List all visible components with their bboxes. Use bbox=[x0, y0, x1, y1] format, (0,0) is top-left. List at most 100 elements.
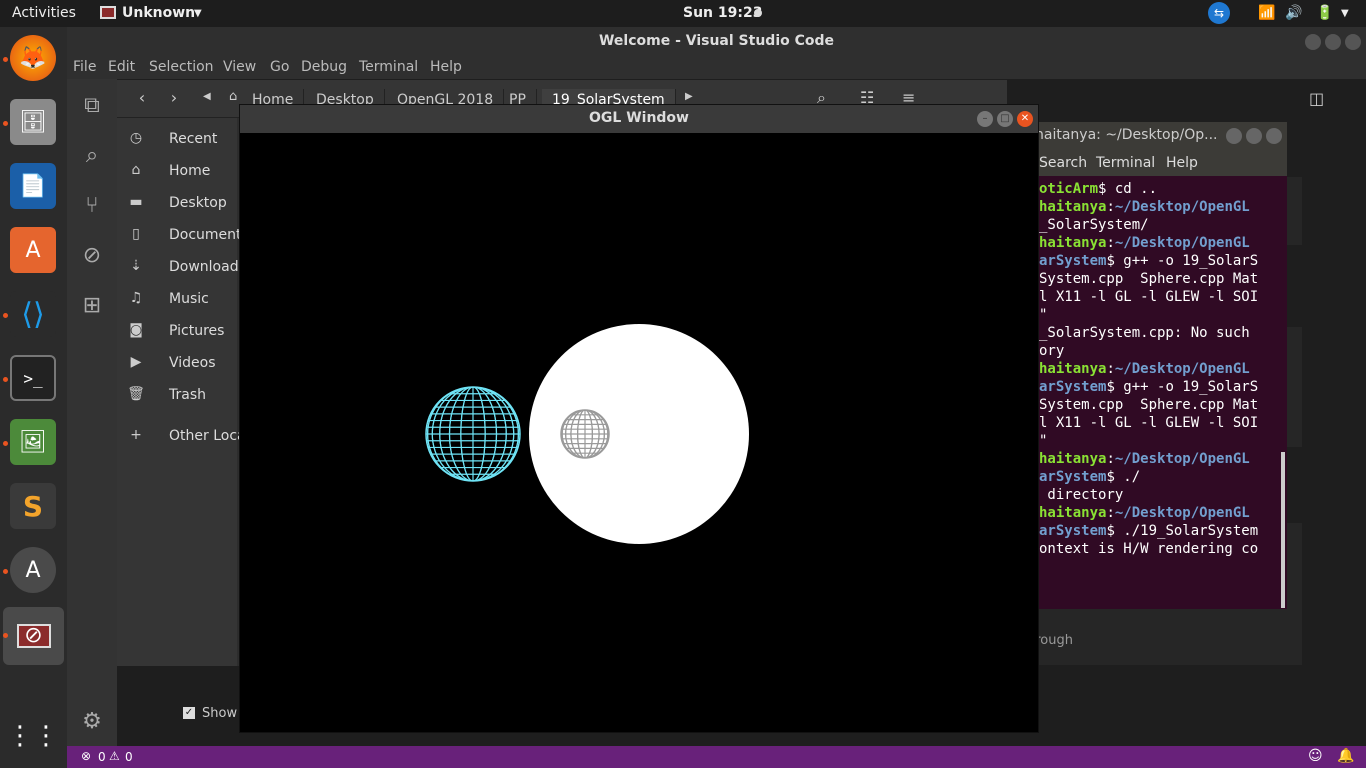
menu-search[interactable]: Search bbox=[1039, 155, 1087, 171]
menu-view[interactable]: View bbox=[223, 59, 256, 75]
wifi-icon[interactable]: 📶 bbox=[1258, 5, 1275, 21]
terminal-window: haitanya: ~/Desktop/Op... Search Termina… bbox=[1005, 122, 1287, 609]
files-sidebar: ◷ Recent ⌂ Home ▬ Desktop ▯ Document ⇣ Downlo… bbox=[117, 118, 246, 666]
terminal-menu-bar: Search Terminal Help bbox=[1005, 150, 1287, 176]
minimize-button[interactable] bbox=[1305, 34, 1321, 50]
warning-count[interactable]: 0 bbox=[125, 750, 133, 764]
sidebar-item-documents[interactable]: ▯ Document bbox=[127, 226, 247, 250]
sidebar-item-pictures[interactable]: ◙ Pictures bbox=[127, 322, 247, 346]
writer-icon[interactable]: 📄 bbox=[10, 163, 56, 209]
moon-wireframe-sphere bbox=[560, 409, 610, 459]
sidebar-item-home[interactable]: ⌂ Home bbox=[127, 162, 247, 186]
debug-icon[interactable]: ⊘ bbox=[77, 241, 107, 271]
terminal-line: oticArm$ cd .. bbox=[1039, 181, 1158, 197]
ogl-canvas[interactable] bbox=[240, 133, 1038, 733]
source-control-icon[interactable]: ⑂ bbox=[77, 191, 107, 221]
maximize-button[interactable]: □ bbox=[997, 111, 1013, 127]
terminal-line: haitanya:~/Desktop/OpenGL bbox=[1039, 235, 1250, 251]
image-viewer-icon[interactable]: 🖼 bbox=[10, 419, 56, 465]
firefox-icon[interactable]: 🦊 bbox=[10, 35, 56, 81]
error-icon[interactable]: ⊗ bbox=[81, 749, 91, 763]
menu-debug[interactable]: Debug bbox=[301, 59, 347, 75]
terminal-line: ory bbox=[1039, 343, 1065, 359]
terminal-line: System.cpp Sphere.cpp Mat bbox=[1039, 397, 1259, 413]
volume-icon[interactable]: 🔊 bbox=[1285, 5, 1302, 21]
split-editor-icon[interactable]: ◫ bbox=[1309, 89, 1324, 108]
clock-icon: ◷ bbox=[129, 130, 143, 146]
minimize-button[interactable] bbox=[1226, 128, 1242, 144]
extensions-icon[interactable]: ⊞ bbox=[77, 291, 107, 321]
menu-edit[interactable]: Edit bbox=[108, 59, 135, 75]
teamviewer-icon[interactable]: ⇆ bbox=[1208, 2, 1230, 24]
close-button[interactable] bbox=[1345, 34, 1361, 50]
menu-selection[interactable]: Selection bbox=[149, 59, 214, 75]
terminal-line: _SolarSystem/ bbox=[1039, 217, 1149, 233]
terminal-line: haitanya:~/Desktop/OpenGL bbox=[1039, 451, 1250, 467]
terminal-title: haitanya: ~/Desktop/Op... bbox=[1035, 127, 1218, 143]
terminal-line: arSystem$ g++ -o 19_SolarS bbox=[1039, 379, 1259, 395]
error-count[interactable]: 0 bbox=[98, 750, 106, 764]
sidebar-item-videos[interactable]: ▶ Videos bbox=[127, 354, 247, 378]
gear-icon[interactable]: ⚙ bbox=[77, 707, 107, 737]
top-bar: Activities Unknown ▼ Sun 19:23 ⇆ 📶 🔊 🔋 ▼ bbox=[0, 0, 1366, 27]
sidebar-item-music[interactable]: ♫ Music bbox=[127, 290, 247, 314]
menu-help[interactable]: Help bbox=[430, 59, 462, 75]
close-button[interactable] bbox=[1266, 128, 1282, 144]
software-center-icon[interactable]: A bbox=[10, 227, 56, 273]
app-menu[interactable]: Unknown bbox=[122, 5, 195, 21]
sidebar-item-trash[interactable]: 🗑 Trash bbox=[127, 386, 247, 410]
menu-go[interactable]: Go bbox=[270, 59, 289, 75]
terminal-line: haitanya:~/Desktop/OpenGL bbox=[1039, 361, 1250, 377]
menu-file[interactable]: File bbox=[73, 59, 96, 75]
terminal-icon[interactable]: >_ bbox=[10, 355, 56, 401]
terminal-line: l X11 -l GL -l GLEW -l SOI bbox=[1039, 415, 1259, 431]
breadcrumb-right-icon[interactable]: ▶ bbox=[685, 91, 693, 102]
chevron-down-icon[interactable]: ▼ bbox=[194, 8, 202, 19]
system-menu-chevron-icon[interactable]: ▼ bbox=[1341, 8, 1349, 19]
notifications-bell-icon[interactable]: 🔔 bbox=[1337, 748, 1354, 764]
sidebar-item-downloads[interactable]: ⇣ Downloads bbox=[127, 258, 247, 282]
feedback-smiley-icon[interactable]: ☺ bbox=[1308, 748, 1323, 764]
terminal-scrollbar[interactable] bbox=[1281, 452, 1285, 608]
show-welcome-label: Show bbox=[202, 706, 238, 721]
ogl-window-dock-icon[interactable]: ⊘ bbox=[3, 607, 64, 665]
vscode-title: Welcome - Visual Studio Code bbox=[67, 27, 1366, 57]
clock[interactable]: Sun 19:23 bbox=[683, 5, 762, 21]
menu-terminal[interactable]: Terminal bbox=[1096, 155, 1155, 171]
app-menu-icon bbox=[100, 6, 116, 19]
terminal-line: " bbox=[1039, 307, 1048, 323]
ogl-title: OGL Window bbox=[240, 105, 1038, 133]
menu-help[interactable]: Help bbox=[1166, 155, 1198, 171]
back-button[interactable]: ‹ bbox=[127, 88, 157, 112]
ogl-window: OGL Window – □ ✕ bbox=[239, 104, 1039, 733]
trash-icon: 🗑 bbox=[127, 386, 145, 402]
updater-icon[interactable]: A bbox=[10, 547, 56, 593]
menu-terminal[interactable]: Terminal bbox=[359, 59, 418, 75]
breadcrumb-left-icon[interactable]: ◀ bbox=[203, 91, 211, 102]
minimize-button[interactable]: – bbox=[977, 111, 993, 127]
sublime-icon[interactable]: S bbox=[10, 483, 56, 529]
battery-icon[interactable]: 🔋 bbox=[1316, 5, 1333, 21]
show-applications-icon[interactable]: ⋮⋮ bbox=[7, 713, 59, 759]
activities-button[interactable]: Activities bbox=[12, 5, 76, 21]
dock: 🦊 🗄 📄 A ⟨⟩ >_ 🖼 S A ⊘ ⋮⋮ bbox=[0, 27, 67, 768]
sidebar-item-recent[interactable]: ◷ Recent bbox=[127, 130, 247, 154]
terminal-line: arSystem$ ./ bbox=[1039, 469, 1141, 485]
forward-button[interactable]: › bbox=[159, 88, 189, 112]
maximize-button[interactable] bbox=[1246, 128, 1262, 144]
files-icon[interactable]: 🗄 bbox=[10, 99, 56, 145]
vscode-icon[interactable]: ⟨⟩ bbox=[10, 291, 56, 337]
planet-wireframe-sphere bbox=[425, 386, 521, 482]
warning-icon[interactable]: ⚠ bbox=[109, 749, 120, 763]
terminal-output[interactable]: oticArm$ cd .. haitanya:~/Desktop/OpenGL _… bbox=[1039, 180, 1275, 600]
maximize-button[interactable] bbox=[1325, 34, 1341, 50]
close-button[interactable]: ✕ bbox=[1017, 111, 1033, 127]
search-icon[interactable]: ⌕ bbox=[77, 141, 107, 171]
sidebar-item-other-locations[interactable]: + Other Loca bbox=[127, 427, 247, 451]
camera-icon: ◙ bbox=[129, 322, 143, 338]
explorer-icon[interactable]: ⧉ bbox=[77, 91, 107, 121]
show-welcome-checkbox[interactable]: ✓ bbox=[183, 707, 195, 719]
plus-icon: + bbox=[130, 427, 142, 443]
sidebar-item-desktop[interactable]: ▬ Desktop bbox=[127, 194, 247, 218]
terminal-line: arSystem$ ./19_SolarSystem bbox=[1039, 523, 1259, 539]
